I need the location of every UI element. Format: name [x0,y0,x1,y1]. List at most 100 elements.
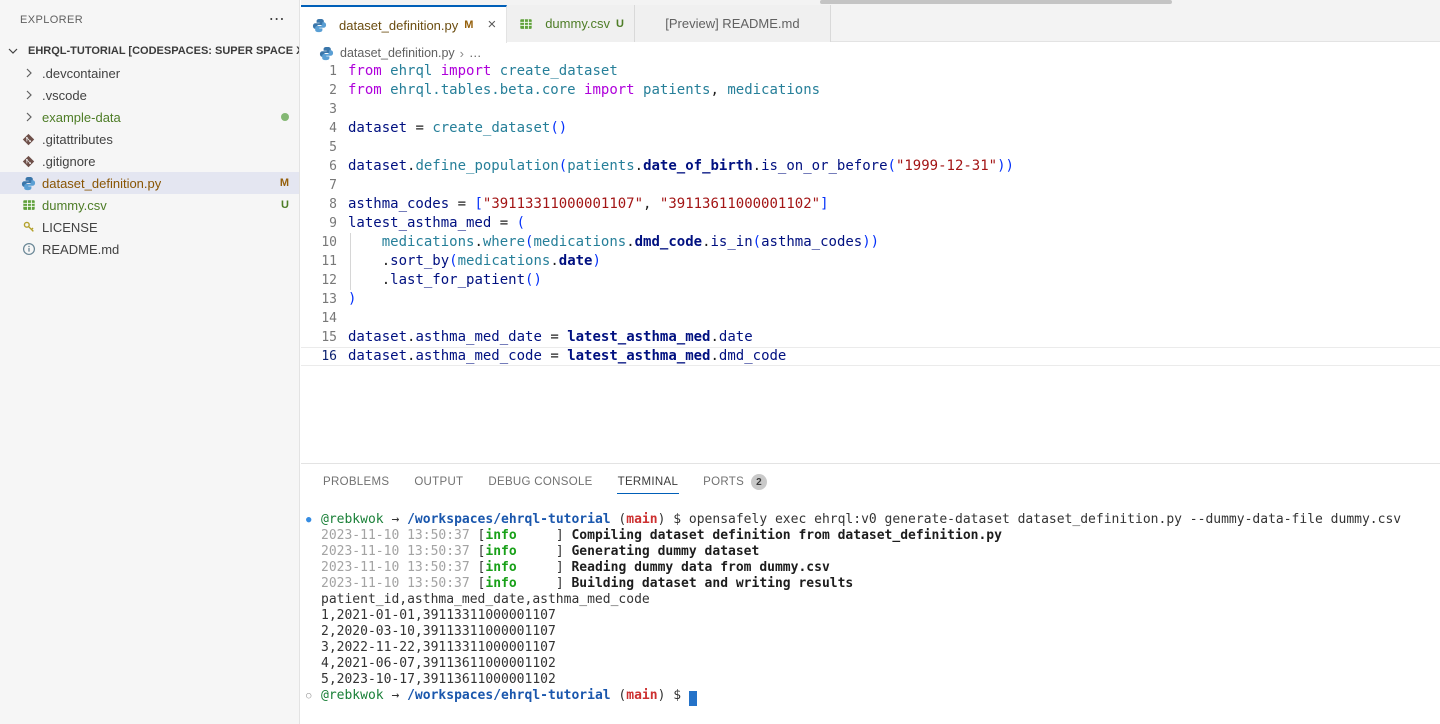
terminal-gutter [306,672,321,688]
terminal-gutter [306,592,321,608]
panel-tabs: PROBLEMS OUTPUT DEBUG CONSOLE TERMINAL PORTS… [301,464,1440,500]
tree-item-dummy.csv[interactable]: dummy.csv U [0,194,299,216]
code-text: dataset.asthma_med_date = latest_asthma_… [337,328,753,347]
code-line-10: 10 medications.where(medications.dmd_cod… [301,233,1440,252]
tree-item-label: dummy.csv [42,198,107,213]
ports-count-badge: 2 [751,474,767,490]
bottom-panel: PROBLEMS OUTPUT DEBUG CONSOLE TERMINAL PORTS… [301,463,1440,724]
line-number: 14 [301,309,337,328]
panel-tab-label: PROBLEMS [323,476,389,488]
license-icon [20,219,37,235]
terminal-text: 2023-11-10 13:50:37 [info ] Building dat… [321,576,853,592]
line-number: 10 [301,233,337,252]
tree-item-readme.md[interactable]: README.md [0,238,299,260]
code-line-4: 4dataset = create_dataset() [301,119,1440,138]
tree-item-.gitattributes[interactable]: .gitattributes [0,128,299,150]
breadcrumb-file[interactable]: dataset_definition.py [340,46,455,60]
terminal-text: 4,2021-06-07,39113611000001102 [321,656,556,672]
terminal-text: patient_id,asthma_med_date,asthma_med_co… [321,592,650,608]
line-number: 16 [301,347,337,366]
code-line-14: 14 [301,309,1440,328]
panel-tab-label: TERMINAL [618,476,679,488]
tab-label: dummy.csv [545,16,610,31]
terminal-gutter [306,560,321,576]
explorer-title: EXPLORER [20,14,83,26]
terminal-text: 1,2021-01-01,39113311000001107 [321,608,556,624]
code-line-12: 12 .last_for_patient() [301,271,1440,290]
line-number: 3 [301,100,337,119]
line-number: 7 [301,176,337,195]
tree-item-example-data[interactable]: example-data [0,106,299,128]
terminal-line-11: 5,2023-10-17,39113611000001102 [301,672,1440,688]
terminal-gutter [306,544,321,560]
line-number: 6 [301,157,337,176]
terminal-text: @rebkwok → /workspaces/ehrql-tutorial (m… [321,688,697,706]
breadcrumb[interactable]: dataset_definition.py › … [301,42,1440,64]
code-line-15: 15dataset.asthma_med_date = latest_asthm… [301,328,1440,347]
tree-item-label: .vscode [42,88,87,103]
terminal-line-9: 3,2022-11-22,39113311000001107 [301,640,1440,656]
tab-dummy.csv[interactable]: dummy.csvU [507,5,635,42]
git-status-badge: M [464,19,473,31]
terminal[interactable]: ●@rebkwok → /workspaces/ehrql-tutorial (… [301,512,1440,724]
code-text: .last_for_patient() [337,271,542,290]
more-actions-icon[interactable]: ⋯ [269,15,285,25]
code-text: from ehrql.tables.beta.core import patie… [337,81,820,100]
tree-item-license[interactable]: LICENSE [0,216,299,238]
chevron-right-icon [20,87,37,103]
command-decoration-open-icon: ○ [306,688,321,706]
git-status-badge: U [281,199,289,211]
terminal-gutter [306,528,321,544]
code-text: from ehrql import create_dataset [337,62,618,81]
terminal-line-4: 2023-11-10 13:50:37 [info ] Reading dumm… [301,560,1440,576]
line-number: 15 [301,328,337,347]
terminal-line-10: 4,2021-06-07,39113611000001102 [301,656,1440,672]
python-icon [20,175,37,191]
explorer-sidebar: EXPLORER ⋯ EHRQL-TUTORIAL [CODESPACES: S… [0,0,300,724]
tree-item-.vscode[interactable]: .vscode [0,84,299,106]
panel-tab-problems[interactable]: PROBLEMS [322,470,390,494]
tree-item-.gitignore[interactable]: .gitignore [0,150,299,172]
panel-tab-label: PORTS [703,476,744,488]
tab--preview-readme.md[interactable]: [Preview] README.md [635,5,831,42]
chevron-down-icon [4,43,21,59]
terminal-line-8: 2,2020-03-10,39113311000001107 [301,624,1440,640]
git-status-dot [281,113,289,121]
code-line-16: 16dataset.asthma_med_code = latest_asthm… [301,347,1440,366]
panel-tab-output[interactable]: OUTPUT [413,470,464,494]
code-line-7: 7 [301,176,1440,195]
csv-icon [20,197,37,213]
terminal-cursor [689,691,697,706]
terminal-gutter [306,656,321,672]
tabbar-scrollbar[interactable] [820,0,1172,4]
panel-tab-debug-console[interactable]: DEBUG CONSOLE [487,470,593,494]
tree-item-label: dataset_definition.py [42,176,161,191]
breadcrumb-separator-icon: › [460,46,464,61]
code-editor[interactable]: 1from ehrql import create_dataset2from e… [301,62,1440,463]
code-line-2: 2from ehrql.tables.beta.core import pati… [301,81,1440,100]
explorer-header: EXPLORER ⋯ [0,0,299,40]
panel-tab-ports[interactable]: PORTS 2 [702,468,768,496]
tree-item-label: LICENSE [42,220,98,235]
breadcrumb-more[interactable]: … [469,46,482,60]
code-text [337,309,348,328]
panel-tab-label: OUTPUT [414,476,463,488]
terminal-gutter [306,576,321,592]
terminal-gutter [306,624,321,640]
line-number: 8 [301,195,337,214]
panel-tab-terminal[interactable]: TERMINAL [617,470,680,494]
code-text: asthma_codes = ["39113311000001107", "39… [337,195,829,214]
close-icon[interactable]: × [487,19,496,31]
workspace-section-header[interactable]: EHRQL-TUTORIAL [CODESPACES: SUPER SPACE … [0,40,299,62]
tree-item-dataset-definition.py[interactable]: dataset_definition.pyM [0,172,299,194]
terminal-line-6: patient_id,asthma_med_date,asthma_med_co… [301,592,1440,608]
line-number: 4 [301,119,337,138]
code-text: ) [337,290,356,309]
line-number: 2 [301,81,337,100]
terminal-text: 2,2020-03-10,39113311000001107 [321,624,556,640]
tab-dataset-definition.py[interactable]: dataset_definition.py M × [301,5,507,43]
python-icon [311,17,328,33]
tree-item-.devcontainer[interactable]: .devcontainer [0,62,299,84]
tab-label: [Preview] README.md [665,16,799,31]
tab-label: dataset_definition.py [339,18,458,33]
